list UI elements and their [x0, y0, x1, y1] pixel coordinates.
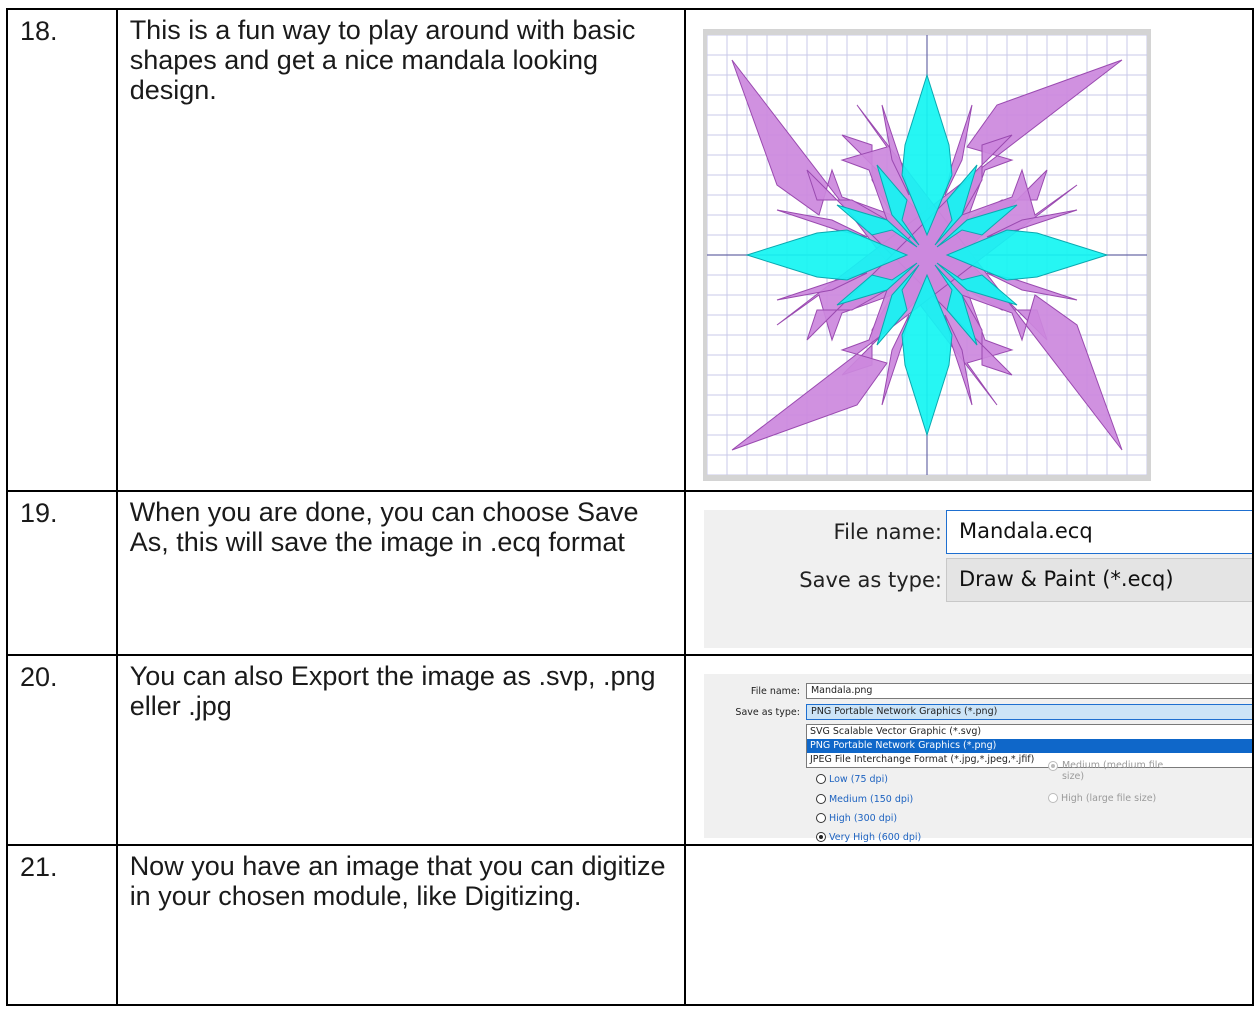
- step-number: 20.: [6, 654, 118, 846]
- radio-dot-icon: [815, 794, 826, 804]
- mandala-design: [706, 35, 1147, 475]
- step-row: 19. When you are done, you can choose Sa…: [6, 490, 1254, 656]
- resolution-label: Low (75 dpi): [828, 774, 888, 785]
- save-dialog-screenshot: File name: Mandala.ecq Save as type: Dra…: [703, 510, 1252, 648]
- step-text: This is a fun way to play around with ba…: [115, 8, 686, 492]
- step-number: 18.: [6, 8, 118, 492]
- mandala-image: [702, 29, 1151, 481]
- resolution-radio[interactable]: High (300 dpi): [815, 813, 898, 824]
- save-type-label: Save as type:: [799, 568, 942, 592]
- quality-label: High (large file size): [1060, 793, 1157, 804]
- step-text: You can also Export the image as .svp, .…: [115, 654, 686, 846]
- save-type-row: Save as type: Draw & Paint (*.ecq): [704, 558, 1252, 604]
- radio-selected-icon: [1047, 761, 1058, 771]
- step-number: 21.: [6, 844, 118, 1006]
- step-image-cell: [683, 8, 1254, 492]
- step-text: When you are done, you can choose Save A…: [115, 490, 686, 656]
- quality-radio[interactable]: High (large file size): [1047, 793, 1157, 804]
- file-name-label: File name:: [833, 520, 942, 544]
- step-text: Now you have an image that you can digit…: [115, 844, 686, 1006]
- resolution-label: Medium (150 dpi): [828, 794, 914, 805]
- radio-dot-icon: [815, 813, 826, 823]
- file-type-option[interactable]: JPEG File Interchange Format (*.jpg,*.jp…: [807, 753, 1252, 767]
- export-save-type-select[interactable]: PNG Portable Network Graphics (*.png): [805, 704, 1252, 720]
- resolution-radio[interactable]: Medium (150 dpi): [815, 794, 914, 805]
- resolution-radio[interactable]: Very High (600 dpi): [815, 832, 922, 843]
- step-image-cell: File name: Mandala.png Save as type: PNG…: [683, 654, 1254, 846]
- radio-dot-icon: [815, 774, 826, 784]
- resolution-label: Very High (600 dpi): [828, 832, 922, 843]
- step-row: 18. This is a fun way to play around wit…: [6, 8, 1254, 492]
- resolution-radio[interactable]: Low (75 dpi): [815, 774, 888, 785]
- step-image-cell: File name: Mandala.ecq Save as type: Dra…: [683, 490, 1254, 656]
- quality-radio[interactable]: Medium (medium file size): [1047, 760, 1180, 782]
- export-save-type-label: Save as type:: [735, 707, 800, 718]
- resolution-label: High (300 dpi): [828, 813, 898, 824]
- steps-table: 18. This is a fun way to play around wit…: [6, 8, 1254, 1006]
- export-file-name-label: File name:: [750, 686, 800, 697]
- step-number: 19.: [6, 490, 118, 656]
- quality-label: Medium (medium file size): [1061, 760, 1164, 782]
- file-type-dropdown-list: SVG Scalable Vector Graphic (*.svg) PNG …: [805, 724, 1252, 768]
- step-row: 20. You can also Export the image as .sv…: [6, 654, 1254, 846]
- step-row: 21. Now you have an image that you can d…: [6, 844, 1254, 1006]
- file-name-field[interactable]: Mandala.ecq: [945, 510, 1252, 554]
- export-file-name-field[interactable]: Mandala.png: [805, 683, 1252, 699]
- export-dialog-screenshot: File name: Mandala.png Save as type: PNG…: [703, 674, 1252, 843]
- radio-dot-icon: [1047, 793, 1058, 803]
- file-name-row: File name: Mandala.ecq: [704, 510, 1252, 556]
- radio-selected-icon: [815, 832, 826, 842]
- file-type-option[interactable]: SVG Scalable Vector Graphic (*.svg): [807, 725, 1252, 739]
- save-type-select[interactable]: Draw & Paint (*.ecq): [945, 558, 1252, 602]
- step-image-cell: [683, 844, 1254, 1006]
- file-type-option[interactable]: PNG Portable Network Graphics (*.png): [806, 739, 1252, 753]
